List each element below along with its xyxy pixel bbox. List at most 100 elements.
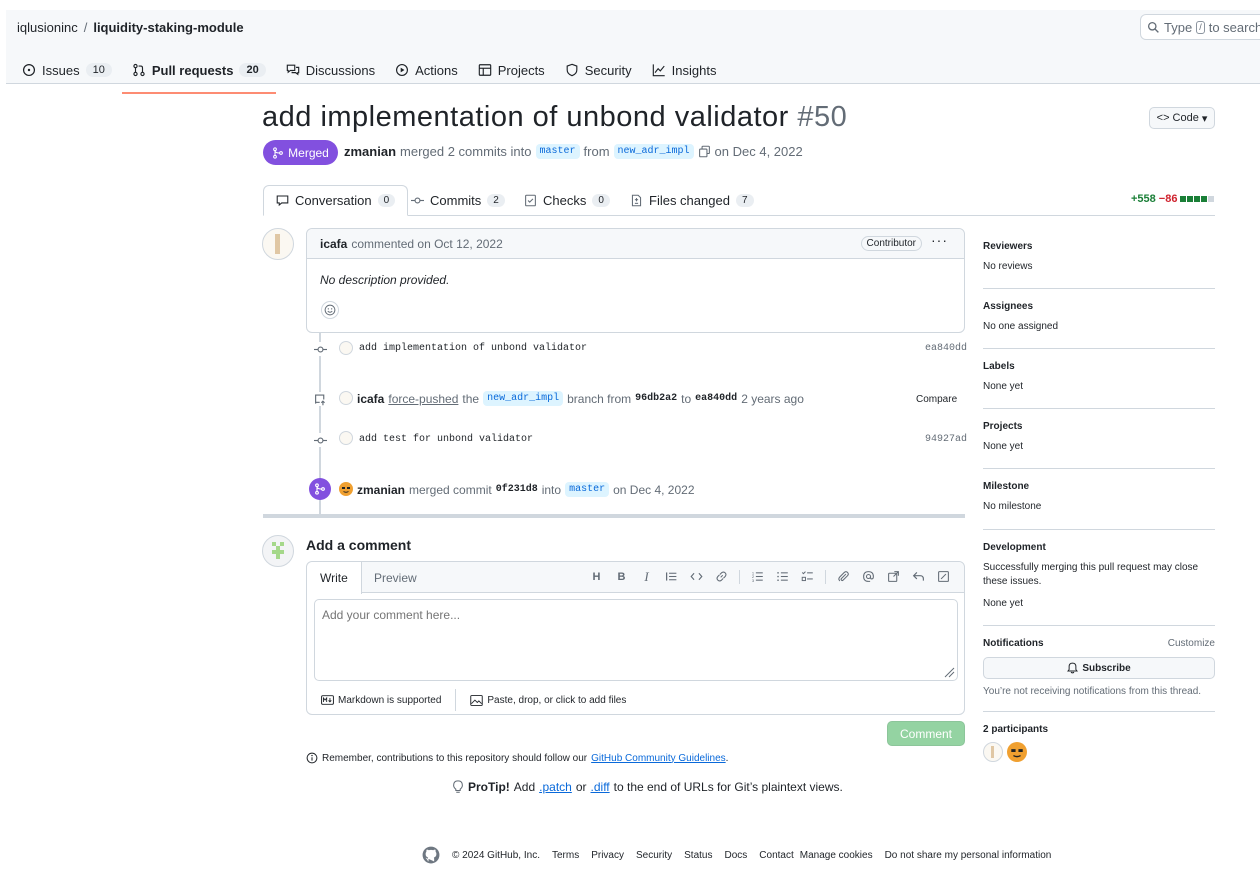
avatar[interactable]	[1007, 742, 1027, 762]
protip: ProTip! Add .patch or .diff to the end o…	[452, 780, 843, 794]
force-push-to-sha[interactable]: ea840dd	[695, 393, 737, 404]
unordered-list-icon[interactable]	[775, 569, 790, 584]
nav-actions[interactable]: Actions	[385, 56, 468, 84]
merge-icon	[309, 478, 331, 500]
sidebar-assignees: Assignees No one assigned	[983, 301, 1215, 349]
nav-issues-label: Issues	[42, 62, 80, 78]
sidebar-assignees-title[interactable]: Assignees	[983, 301, 1215, 312]
code-icon[interactable]	[689, 569, 704, 584]
avatar[interactable]	[339, 431, 353, 445]
nav-issues[interactable]: Issues 10	[12, 56, 122, 84]
nav-insights-label: Insights	[671, 62, 717, 78]
force-push-author-link[interactable]: icafa	[357, 392, 384, 406]
mention-icon[interactable]	[861, 569, 876, 584]
notification-note: You’re not receiving notifications from …	[983, 686, 1202, 697]
commit-message-link[interactable]: add implementation of unbond validator	[359, 343, 587, 354]
pr-author-link[interactable]: zmanian	[344, 144, 396, 159]
reply-icon[interactable]	[911, 569, 926, 584]
nav-discussions[interactable]: Discussions	[276, 56, 385, 84]
nav-insights[interactable]: Insights	[642, 56, 727, 84]
italic-icon[interactable]: I	[639, 569, 654, 584]
merge-author-link[interactable]: zmanian	[357, 483, 405, 497]
footer-link-docs[interactable]: Docs	[724, 850, 747, 861]
sidebar-milestone-title[interactable]: Milestone	[983, 481, 1215, 492]
markdown-note: Markdown is supported	[338, 694, 442, 706]
nav-pull-requests[interactable]: Pull requests 20	[121, 56, 276, 94]
footer-link-status[interactable]: Status	[684, 850, 712, 861]
nav-projects[interactable]: Projects	[468, 56, 555, 84]
kebab-menu-icon[interactable]: ···	[931, 232, 948, 248]
link-icon[interactable]	[714, 569, 729, 584]
attach-files-button[interactable]: Paste, drop, or click to add files	[470, 695, 626, 706]
sidebar-development-title[interactable]: Development	[983, 542, 1215, 553]
tab-files-changed[interactable]: Files changed 7	[618, 185, 766, 216]
status-badge: Merged	[263, 140, 338, 165]
footer-link-terms[interactable]: Terms	[552, 850, 579, 861]
merge-branch[interactable]: master	[565, 482, 610, 497]
search-input[interactable]: Type / to search	[1140, 14, 1260, 40]
force-pushed-link[interactable]: force-pushed	[388, 392, 458, 406]
diffstat-blocks	[1180, 196, 1215, 202]
bold-icon[interactable]: B	[614, 569, 629, 584]
repo-owner-link[interactable]: iqlusioninc	[17, 20, 78, 35]
nav-security[interactable]: Security	[555, 56, 642, 84]
resize-handle-icon[interactable]	[943, 666, 955, 678]
heading-icon[interactable]: H	[589, 569, 604, 584]
tab-commits[interactable]: Commits 2	[399, 185, 517, 216]
copy-icon[interactable]	[698, 145, 711, 158]
diff-link[interactable]: .diff	[591, 780, 610, 794]
github-logo-icon[interactable]	[422, 846, 440, 864]
breadcrumb-separator: /	[83, 20, 88, 35]
cross-reference-icon[interactable]	[886, 569, 901, 584]
code-button[interactable]: <> Code ▾	[1149, 107, 1215, 129]
footer-link-do-not-share[interactable]: Do not share my personal information	[885, 850, 1052, 861]
repo-name-link[interactable]: liquidity-staking-module	[93, 20, 243, 35]
merge-commit-sha[interactable]: 0f231d8	[496, 484, 538, 495]
tab-checks[interactable]: Checks 0	[512, 185, 622, 216]
tab-write[interactable]: Write	[307, 562, 362, 594]
avatar[interactable]	[262, 228, 294, 260]
sidebar-projects-title[interactable]: Projects	[983, 421, 1215, 432]
subscribe-button[interactable]: Subscribe	[983, 657, 1215, 679]
guidelines-link[interactable]: GitHub Community Guidelines	[591, 753, 726, 764]
compare-button[interactable]: Compare	[916, 394, 957, 405]
base-branch[interactable]: master	[535, 144, 580, 159]
markdown-link[interactable]: Markdown is supported	[321, 695, 441, 706]
avatar[interactable]	[339, 482, 353, 496]
force-push-branch[interactable]: new_adr_impl	[483, 391, 564, 406]
nav-issues-count: 10	[85, 63, 112, 77]
fullscreen-icon[interactable]	[936, 569, 951, 584]
comment-submit-button[interactable]: Comment	[887, 721, 965, 746]
ordered-list-icon[interactable]: 123	[750, 569, 765, 584]
footer-link-privacy[interactable]: Privacy	[591, 850, 624, 861]
breadcrumb: iqlusioninc / liquidity-staking-module	[17, 20, 244, 35]
tab-preview[interactable]: Preview	[361, 562, 430, 593]
diffstat-additions: +558	[1131, 193, 1156, 205]
footer-link-security[interactable]: Security	[636, 850, 672, 861]
head-branch[interactable]: new_adr_impl	[613, 144, 694, 159]
force-push-from-sha[interactable]: 96db2a2	[635, 393, 677, 404]
comment-textarea[interactable]	[314, 599, 958, 681]
tab-conversation[interactable]: Conversation 0	[263, 185, 409, 216]
quote-icon[interactable]	[664, 569, 679, 584]
commit-sha-link[interactable]: 94927ad	[925, 434, 967, 445]
patch-link[interactable]: .patch	[539, 780, 572, 794]
commit-sha-link[interactable]: ea840dd	[925, 343, 967, 354]
footer-link-contact[interactable]: Contact	[759, 850, 793, 861]
sidebar-projects: Projects None yet	[983, 421, 1215, 469]
avatar[interactable]	[983, 742, 1003, 762]
sidebar-reviewers-title[interactable]: Reviewers	[983, 241, 1215, 252]
comment-author-link[interactable]: icafa	[320, 237, 347, 251]
footer-link-manage-cookies[interactable]: Manage cookies	[800, 850, 873, 861]
paperclip-icon[interactable]	[836, 569, 851, 584]
avatar[interactable]	[339, 341, 353, 355]
avatar[interactable]	[339, 391, 353, 405]
customize-link[interactable]: Customize	[1168, 638, 1215, 649]
sidebar-labels-title[interactable]: Labels	[983, 361, 1215, 372]
task-list-icon[interactable]	[800, 569, 815, 584]
commit-message-link[interactable]: add test for unbond validator	[359, 434, 533, 445]
merge-date: on Dec 4, 2022	[613, 482, 695, 497]
add-reaction-button[interactable]	[321, 301, 339, 319]
formatting-toolbar: H B I 123	[589, 569, 951, 584]
tab-conversation-label: Conversation	[295, 193, 372, 208]
